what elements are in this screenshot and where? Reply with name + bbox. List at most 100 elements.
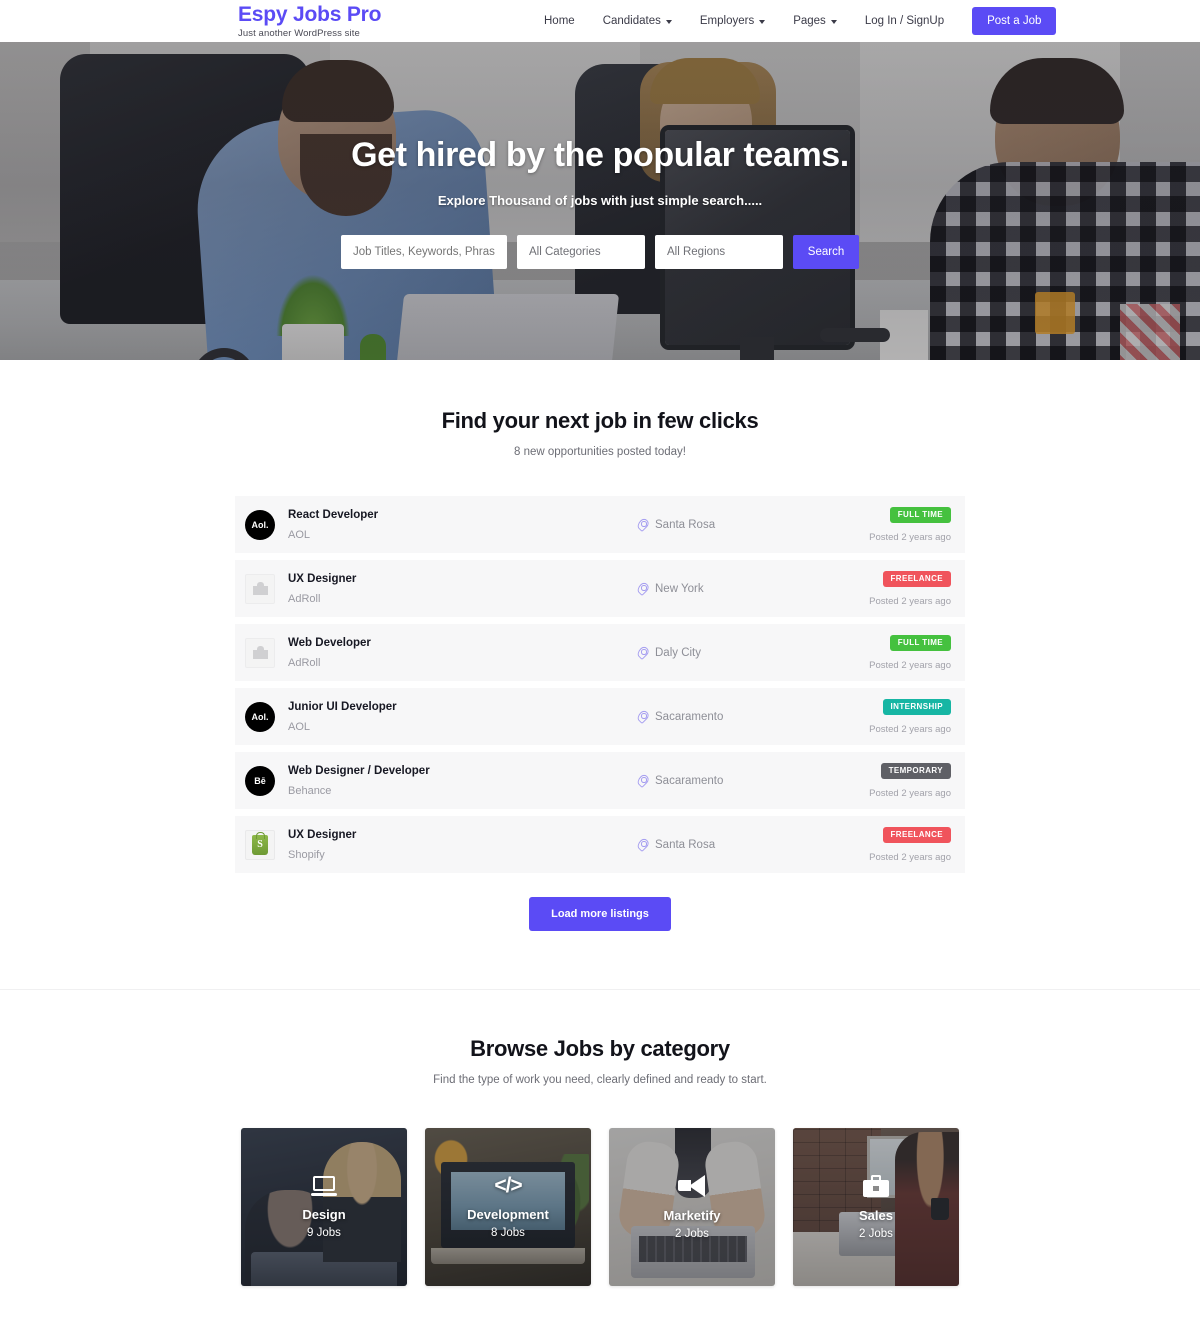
- nav-label: Candidates: [602, 15, 661, 27]
- job-title: UX Designer: [288, 829, 357, 842]
- job-meta: FREELANCE Posted 2 years ago: [847, 570, 951, 607]
- job-title: UX Designer: [288, 573, 357, 586]
- nav-item-home[interactable]: Home: [530, 15, 589, 27]
- job-location: Santa Rosa: [588, 518, 847, 531]
- code-icon: </>: [494, 1174, 522, 1197]
- category-card-marketify[interactable]: Marketify 2 Jobs: [609, 1128, 775, 1286]
- job-type-badge: FULL TIME: [889, 506, 951, 523]
- category-job-count: 2 Jobs: [859, 1227, 893, 1240]
- nav-label: Pages: [793, 15, 826, 27]
- load-more-listings-button[interactable]: Load more listings: [529, 897, 671, 931]
- logo-text: Aol.: [251, 711, 269, 722]
- company-logo-behance-icon: Bē: [245, 765, 275, 796]
- job-listing-row[interactable]: Web Developer AdRoll Daly City FULL TIME…: [235, 624, 965, 681]
- job-summary: Junior UI Developer AOL: [288, 700, 588, 733]
- briefcase-icon: [863, 1174, 889, 1197]
- nav-item-candidates[interactable]: Candidates: [589, 15, 686, 27]
- job-company: AOL: [288, 528, 311, 541]
- job-company: AdRoll: [288, 592, 321, 605]
- site-brand[interactable]: Espy Jobs Pro Just another WordPress sit…: [238, 3, 381, 39]
- job-location: Daly City: [588, 646, 847, 659]
- post-a-job-button[interactable]: Post a Job: [972, 7, 1057, 35]
- categories-section-header: Browse Jobs by category Find the type of…: [0, 1036, 1200, 1086]
- job-title: Web Developer: [288, 637, 371, 650]
- job-listing-row[interactable]: Bē Web Designer / Developer Behance Saca…: [235, 752, 965, 809]
- job-summary: React Developer AOL: [288, 508, 588, 541]
- job-posted-date: Posted 2 years ago: [869, 851, 951, 863]
- job-company: AdRoll: [288, 656, 321, 669]
- megaphone-icon: [678, 1174, 706, 1197]
- job-type-badge: FULL TIME: [889, 634, 951, 651]
- company-logo-aol-icon: Aol.: [245, 701, 275, 732]
- search-button[interactable]: Search: [793, 235, 859, 269]
- nav-item-employers[interactable]: Employers: [686, 15, 779, 27]
- job-location: Sacaramento: [588, 710, 847, 723]
- search-keyword-input[interactable]: [341, 235, 507, 269]
- job-location-label: Sacaramento: [655, 774, 724, 787]
- job-location-label: Santa Rosa: [655, 838, 716, 851]
- job-location-label: Daly City: [655, 646, 702, 659]
- chevron-down-icon: [759, 19, 766, 24]
- job-location-label: Santa Rosa: [655, 518, 716, 531]
- chevron-down-icon: [830, 19, 837, 24]
- nav-item-pages[interactable]: Pages: [779, 15, 851, 27]
- category-job-count: 9 Jobs: [307, 1226, 341, 1239]
- job-type-badge: FREELANCE: [882, 570, 951, 587]
- load-more-container: Load more listings: [0, 897, 1200, 931]
- location-pin-icon: [638, 646, 648, 659]
- job-meta: TEMPORARY Posted 2 years ago: [847, 762, 951, 799]
- hero-subtitle: Explore Thousand of jobs with just simpl…: [437, 193, 763, 208]
- job-company: Behance: [288, 784, 332, 797]
- jobs-section-subtitle: 8 new opportunities posted today!: [514, 446, 686, 458]
- hero-banner: Get hired by the popular teams. Explore …: [0, 42, 1200, 360]
- job-summary: Web Developer AdRoll: [288, 636, 588, 669]
- region-select[interactable]: All Regions: [655, 235, 783, 269]
- jobs-section-title: Find your next job in few clicks: [441, 408, 759, 433]
- nav-label: Home: [544, 15, 575, 27]
- job-meta: FREELANCE Posted 2 years ago: [847, 826, 951, 863]
- chevron-down-icon: [665, 19, 672, 24]
- job-listing-row[interactable]: Aol. Junior UI Developer AOL Sacaramento…: [235, 688, 965, 745]
- job-listing-row[interactable]: S UX Designer Shopify Santa Rosa FREELAN…: [235, 816, 965, 873]
- job-listings: Aol. React Developer AOL Santa Rosa FULL…: [235, 496, 965, 873]
- location-pin-icon: [638, 518, 648, 531]
- hero-search-form: All Categories All Regions Search: [0, 235, 1200, 269]
- category-card-development[interactable]: </> Development 8 Jobs: [425, 1128, 591, 1286]
- job-posted-date: Posted 2 years ago: [869, 723, 951, 735]
- brand-title: Espy Jobs Pro: [238, 3, 382, 27]
- company-logo-shopify-icon: S: [245, 829, 275, 860]
- main-navigation: Home Candidates Employers Pages Log In /…: [530, 0, 1057, 42]
- logo-text: Bē: [254, 775, 266, 786]
- logo-text: Aol.: [251, 519, 269, 530]
- job-posted-date: Posted 2 years ago: [869, 531, 951, 543]
- job-listing-row[interactable]: UX Designer AdRoll New York FREELANCE Po…: [235, 560, 965, 617]
- laptop-icon: [311, 1175, 337, 1196]
- category-select[interactable]: All Categories: [517, 235, 645, 269]
- categories-section: Browse Jobs by category Find the type of…: [0, 990, 1200, 1326]
- job-location: Sacaramento: [588, 774, 847, 787]
- job-type-badge: FREELANCE: [882, 826, 951, 843]
- categories-section-subtitle: Find the type of work you need, clearly …: [433, 1074, 767, 1086]
- jobs-section: Find your next job in few clicks 8 new o…: [0, 360, 1200, 990]
- category-card-sales[interactable]: Sales 2 Jobs: [793, 1128, 959, 1286]
- categories-section-title: Browse Jobs by category: [470, 1036, 730, 1061]
- category-card-design[interactable]: Design 9 Jobs: [241, 1128, 407, 1286]
- company-logo-placeholder-icon: [245, 637, 275, 668]
- company-logo-aol-icon: Aol.: [245, 509, 275, 540]
- nav-label: Employers: [699, 15, 755, 27]
- job-posted-date: Posted 2 years ago: [869, 659, 951, 671]
- job-summary: UX Designer AdRoll: [288, 572, 588, 605]
- job-type-badge: INTERNSHIP: [882, 698, 951, 715]
- nav-label: Log In / SignUp: [864, 15, 945, 27]
- job-title: Web Designer / Developer: [288, 765, 430, 778]
- job-location: Santa Rosa: [588, 838, 847, 851]
- category-job-count: 8 Jobs: [491, 1227, 525, 1239]
- job-summary: Web Designer / Developer Behance: [288, 764, 588, 797]
- nav-item-login-signup[interactable]: Log In / SignUp: [851, 15, 958, 27]
- category-name: Development: [467, 1207, 549, 1222]
- hero-title: Get hired by the popular teams.: [351, 136, 849, 174]
- job-location-label: Sacaramento: [655, 710, 724, 723]
- brand-tagline: Just another WordPress site: [238, 28, 360, 40]
- job-listing-row[interactable]: Aol. React Developer AOL Santa Rosa FULL…: [235, 496, 965, 553]
- job-summary: UX Designer Shopify: [288, 828, 588, 861]
